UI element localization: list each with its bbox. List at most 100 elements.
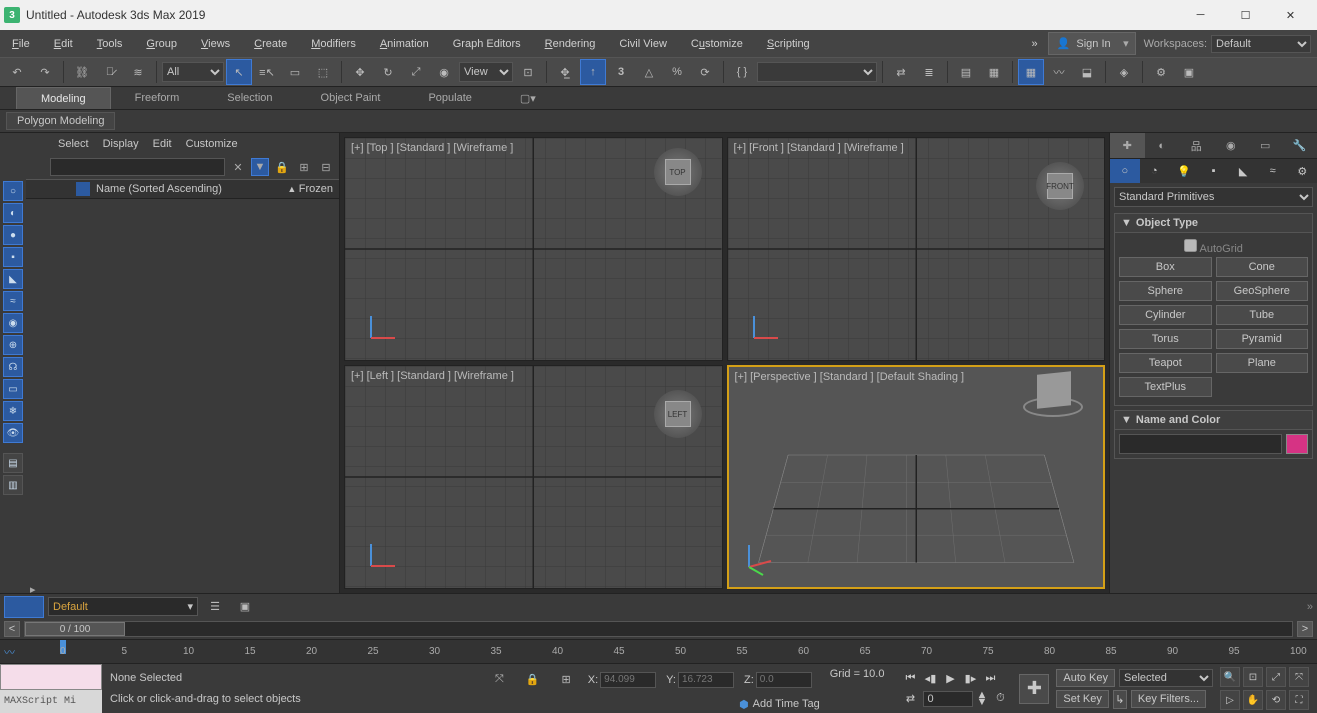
named-selection-set-button[interactable]: { } — [729, 59, 755, 85]
category-dropdown[interactable]: Standard Primitives — [1114, 187, 1313, 207]
filter-frozen-icon[interactable]: ❄ — [3, 401, 23, 421]
time-next-button[interactable]: > — [1297, 621, 1313, 637]
frame-input[interactable] — [923, 691, 973, 707]
filter-hidden-icon[interactable]: 👁 — [3, 423, 23, 443]
filter-cameras-icon[interactable]: ▪ — [3, 247, 23, 267]
add-time-tag-button[interactable]: ⬢Add Time Tag — [731, 698, 820, 711]
menu-customize[interactable]: Customize — [679, 30, 755, 57]
select-manipulate-button[interactable]: ✥̲ — [552, 59, 578, 85]
scene-search-input[interactable] — [50, 158, 225, 176]
scale-button[interactable]: ⤢ — [403, 59, 429, 85]
lock-icon[interactable]: 🔒 — [273, 158, 291, 176]
rollout-name-color-header[interactable]: ▼Name and Color — [1114, 410, 1313, 430]
ribbon-tab-freeform[interactable]: Freeform — [111, 87, 204, 109]
pan-icon[interactable]: ✋ — [1243, 690, 1263, 710]
menu-file[interactable]: File — [0, 30, 42, 57]
filter-icon[interactable]: ▼ — [251, 158, 269, 176]
bind-spacewarp-button[interactable]: ≋ — [125, 59, 151, 85]
key-mode-button[interactable]: ⇄ — [900, 689, 920, 709]
menu-help[interactable]: » — [1024, 30, 1046, 57]
redo-button[interactable]: ↷ — [32, 59, 58, 85]
rotate-button[interactable]: ↻ — [375, 59, 401, 85]
scene-menu-display[interactable]: Display — [103, 138, 139, 150]
view-cube[interactable]: FRONT — [1036, 162, 1084, 210]
subtab-shapes[interactable]: ◔ — [1140, 159, 1170, 183]
overflow-icon[interactable]: » — [1307, 601, 1313, 613]
filter-container-icon[interactable]: ▭ — [3, 379, 23, 399]
viewport-perspective[interactable]: [+] [Perspective ] [Standard ] [Default … — [727, 365, 1106, 589]
scene-list[interactable] — [26, 199, 339, 585]
key-filter-dropdown[interactable]: Selected — [1119, 669, 1213, 687]
play-button[interactable]: ▶ — [940, 669, 960, 689]
selection-filter[interactable]: All — [162, 62, 224, 82]
placement-button[interactable]: ◉ — [431, 59, 457, 85]
isolate-icon[interactable]: ▣ — [232, 594, 258, 620]
orbit-icon[interactable]: ⟲ — [1266, 690, 1286, 710]
subtab-cameras[interactable]: ▪ — [1199, 159, 1229, 183]
prev-frame-button[interactable]: ◂▮ — [920, 669, 940, 689]
color-swatch[interactable] — [1286, 434, 1308, 454]
viewport-left[interactable]: [+] [Left ] [Standard ] [Wireframe ] LEF… — [344, 365, 723, 589]
angle-snap-button[interactable]: △ — [636, 59, 662, 85]
layer-dropdown[interactable]: Default▾ — [48, 597, 198, 616]
scene-menu-customize[interactable]: Customize — [186, 138, 238, 150]
column-frozen[interactable]: ▲ Frozen — [287, 183, 333, 195]
scene-menu-edit[interactable]: Edit — [153, 138, 172, 150]
object-name-input[interactable] — [1119, 434, 1282, 454]
filter-lights-icon[interactable]: ● — [3, 225, 23, 245]
time-handle[interactable]: 0 / 100 — [25, 622, 125, 636]
time-prev-button[interactable]: < — [4, 621, 20, 637]
setkey-button[interactable]: Set Key — [1056, 690, 1109, 708]
ribbon-tab-selection[interactable]: Selection — [203, 87, 296, 109]
primitive-tube-button[interactable]: Tube — [1216, 305, 1309, 325]
goto-start-button[interactable]: ⏮ — [900, 669, 920, 689]
schematic-view-button[interactable]: ⬓ — [1074, 59, 1100, 85]
primitive-cylinder-button[interactable]: Cylinder — [1119, 305, 1212, 325]
panel-tab-display[interactable]: ▭ — [1248, 133, 1283, 158]
named-selection-dropdown[interactable] — [757, 62, 877, 82]
keyfilters-button[interactable]: Key Filters... — [1131, 690, 1206, 708]
ribbon-tab-populate[interactable]: Populate — [404, 87, 495, 109]
menu-scripting[interactable]: Scripting — [755, 30, 822, 57]
primitive-cone-button[interactable]: Cone — [1216, 257, 1309, 277]
set-key-big-button[interactable]: ✚ — [1019, 674, 1049, 704]
menu-group[interactable]: Group — [134, 30, 189, 57]
ref-coord-system[interactable]: View — [459, 62, 513, 82]
scene-menu-select[interactable]: Select — [58, 138, 89, 150]
filter-none-icon[interactable]: ▥ — [3, 475, 23, 495]
collapse-icon[interactable]: ⊟ — [317, 158, 335, 176]
viewport-label[interactable]: [+] [Front ] [Standard ] [Wireframe ] — [734, 142, 904, 154]
key-in-button[interactable]: ↳ — [1113, 690, 1127, 709]
viewport-layout-button[interactable] — [4, 596, 44, 618]
menu-edit[interactable]: Edit — [42, 30, 85, 57]
viewport-label[interactable]: [+] [Top ] [Standard ] [Wireframe ] — [351, 142, 513, 154]
view-cube[interactable]: TOP — [654, 148, 702, 196]
subtab-helpers[interactable]: ◣ — [1228, 159, 1258, 183]
filter-groups-icon[interactable]: ◉ — [3, 313, 23, 333]
workspace-dropdown[interactable]: Default — [1211, 35, 1311, 53]
minimize-button[interactable]: ─ — [1178, 0, 1223, 30]
view-cube[interactable] — [1023, 397, 1083, 417]
link-button[interactable]: ⛓ — [69, 59, 95, 85]
primitive-box-button[interactable]: Box — [1119, 257, 1212, 277]
primitive-textplus-button[interactable]: TextPlus — [1119, 377, 1212, 397]
percent-snap-button[interactable]: % — [664, 59, 690, 85]
menu-views[interactable]: Views — [189, 30, 242, 57]
signin-button[interactable]: 👤 Sign In — [1048, 32, 1136, 55]
zoom-extents-all-icon[interactable]: ⤧ — [1289, 667, 1309, 687]
menu-civil-view[interactable]: Civil View — [607, 30, 678, 57]
selection-lock-area[interactable] — [0, 664, 102, 690]
close-button[interactable]: ✕ — [1268, 0, 1313, 30]
maxscript-listener[interactable]: MAXScript Mi — [0, 690, 102, 713]
ribbon-panel-polygon-modeling[interactable]: Polygon Modeling — [6, 112, 115, 130]
primitive-pyramid-button[interactable]: Pyramid — [1216, 329, 1309, 349]
lock-selection-icon[interactable]: ⤧ — [488, 667, 511, 693]
keyboard-shortcut-override-button[interactable]: ↑ — [580, 59, 606, 85]
primitive-sphere-button[interactable]: Sphere — [1119, 281, 1212, 301]
panel-tab-motion[interactable]: ◉ — [1214, 133, 1249, 158]
panel-tab-create[interactable]: ✚ — [1110, 133, 1145, 158]
absolute-mode-icon[interactable]: ⊞ — [554, 667, 577, 693]
select-object-button[interactable]: ↖ — [226, 59, 252, 85]
render-frame-button[interactable]: ▣ — [1176, 59, 1202, 85]
viewport-front[interactable]: [+] [Front ] [Standard ] [Wireframe ] FR… — [727, 137, 1106, 361]
